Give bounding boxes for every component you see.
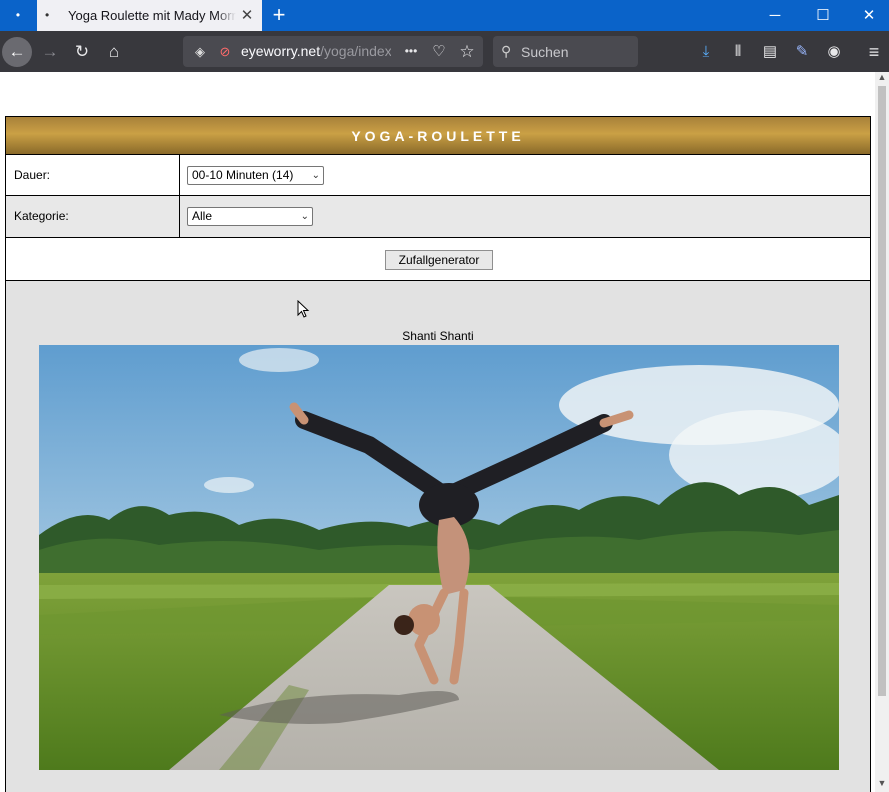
search-icon: ⚲ — [501, 43, 512, 59]
home-button[interactable]: ⌂ — [99, 37, 129, 67]
insecure-lock-icon[interactable]: ⊘ — [216, 36, 234, 67]
category-value: Alle — [192, 209, 213, 223]
shield-icon[interactable]: ◈ — [191, 36, 209, 67]
scroll-down-icon[interactable]: ▼ — [875, 778, 889, 788]
tab-close-icon[interactable]: ✕ — [237, 0, 257, 31]
tab-dot-icon: • — [15, 8, 21, 22]
chevron-down-icon: ⌄ — [300, 211, 309, 222]
library-icon[interactable]: ⫴ — [724, 37, 752, 67]
chevron-down-icon: ⌄ — [311, 170, 320, 181]
category-label: Kategorie: — [14, 209, 69, 223]
url-path: /yoga/index — [320, 43, 391, 59]
column-divider — [179, 196, 180, 238]
pen-icon[interactable]: ✎ — [788, 37, 816, 67]
menu-icon[interactable]: ≡ — [860, 37, 888, 67]
pocket-icon[interactable]: ♡ — [428, 36, 450, 67]
page-viewport: YOGA-ROULETTE Dauer: 00-10 Minuten (14) … — [0, 72, 889, 792]
tab-title: Yoga Roulette mit Mady Morrison — [68, 0, 236, 31]
duration-label: Dauer: — [14, 168, 51, 182]
mouse-cursor-icon — [297, 300, 310, 318]
random-generator-button[interactable]: Zufallgenerator — [385, 250, 493, 270]
url-bar[interactable]: ◈ ⊘ eyeworry.net/yoga/index ••• ♡ ☆ — [183, 36, 483, 67]
page-title: YOGA-ROULETTE — [6, 117, 870, 155]
download-icon[interactable]: ⤓ — [692, 37, 720, 67]
duration-value: 00-10 Minuten (14) — [192, 168, 294, 182]
nav-bar: ← → ↻ ⌂ ◈ ⊘ eyeworry.net/yoga/index ••• … — [0, 31, 889, 72]
forward-button[interactable]: → — [35, 37, 65, 67]
bookmark-star-icon[interactable]: ☆ — [456, 36, 478, 67]
roulette-panel: YOGA-ROULETTE Dauer: 00-10 Minuten (14) … — [5, 116, 871, 792]
category-select[interactable]: Alle ⌄ — [187, 207, 313, 226]
more-actions-icon[interactable]: ••• — [400, 36, 422, 67]
scroll-up-icon[interactable]: ▲ — [875, 72, 889, 82]
result-title: Shanti Shanti — [402, 329, 474, 343]
url-host: eyeworry.net — [241, 43, 321, 59]
sidebar-icon[interactable]: ▤ — [756, 37, 784, 67]
tab-bar: • • Yoga Roulette mit Mady Morrison ✕ + … — [0, 0, 889, 31]
column-divider — [179, 155, 180, 196]
new-tab-button[interactable]: + — [265, 0, 293, 31]
scrollbar-thumb[interactable] — [878, 86, 886, 696]
reload-button[interactable]: ↻ — [67, 37, 97, 67]
close-window-button[interactable]: ✕ — [846, 0, 889, 31]
url-text[interactable]: eyeworry.net/yoga/index — [241, 36, 391, 67]
minimize-button[interactable]: ─ — [752, 0, 798, 31]
maximize-button[interactable]: ☐ — [800, 0, 846, 31]
search-box[interactable]: ⚲ — [493, 36, 638, 67]
account-icon[interactable]: ◉ — [820, 37, 848, 67]
button-row: Zufallgenerator — [6, 238, 870, 281]
search-input[interactable] — [521, 41, 631, 62]
browser-tab[interactable]: • Yoga Roulette mit Mady Morrison ✕ — [37, 0, 262, 31]
duration-select[interactable]: 00-10 Minuten (14) ⌄ — [187, 166, 324, 185]
yoga-photo[interactable] — [39, 345, 839, 770]
category-row: Kategorie: Alle ⌄ — [6, 196, 870, 238]
duration-row: Dauer: 00-10 Minuten (14) ⌄ — [6, 155, 870, 196]
vertical-scrollbar[interactable]: ▲ ▼ — [875, 72, 889, 792]
back-button[interactable]: ← — [2, 37, 32, 67]
tab-dot-icon: • — [45, 8, 50, 22]
